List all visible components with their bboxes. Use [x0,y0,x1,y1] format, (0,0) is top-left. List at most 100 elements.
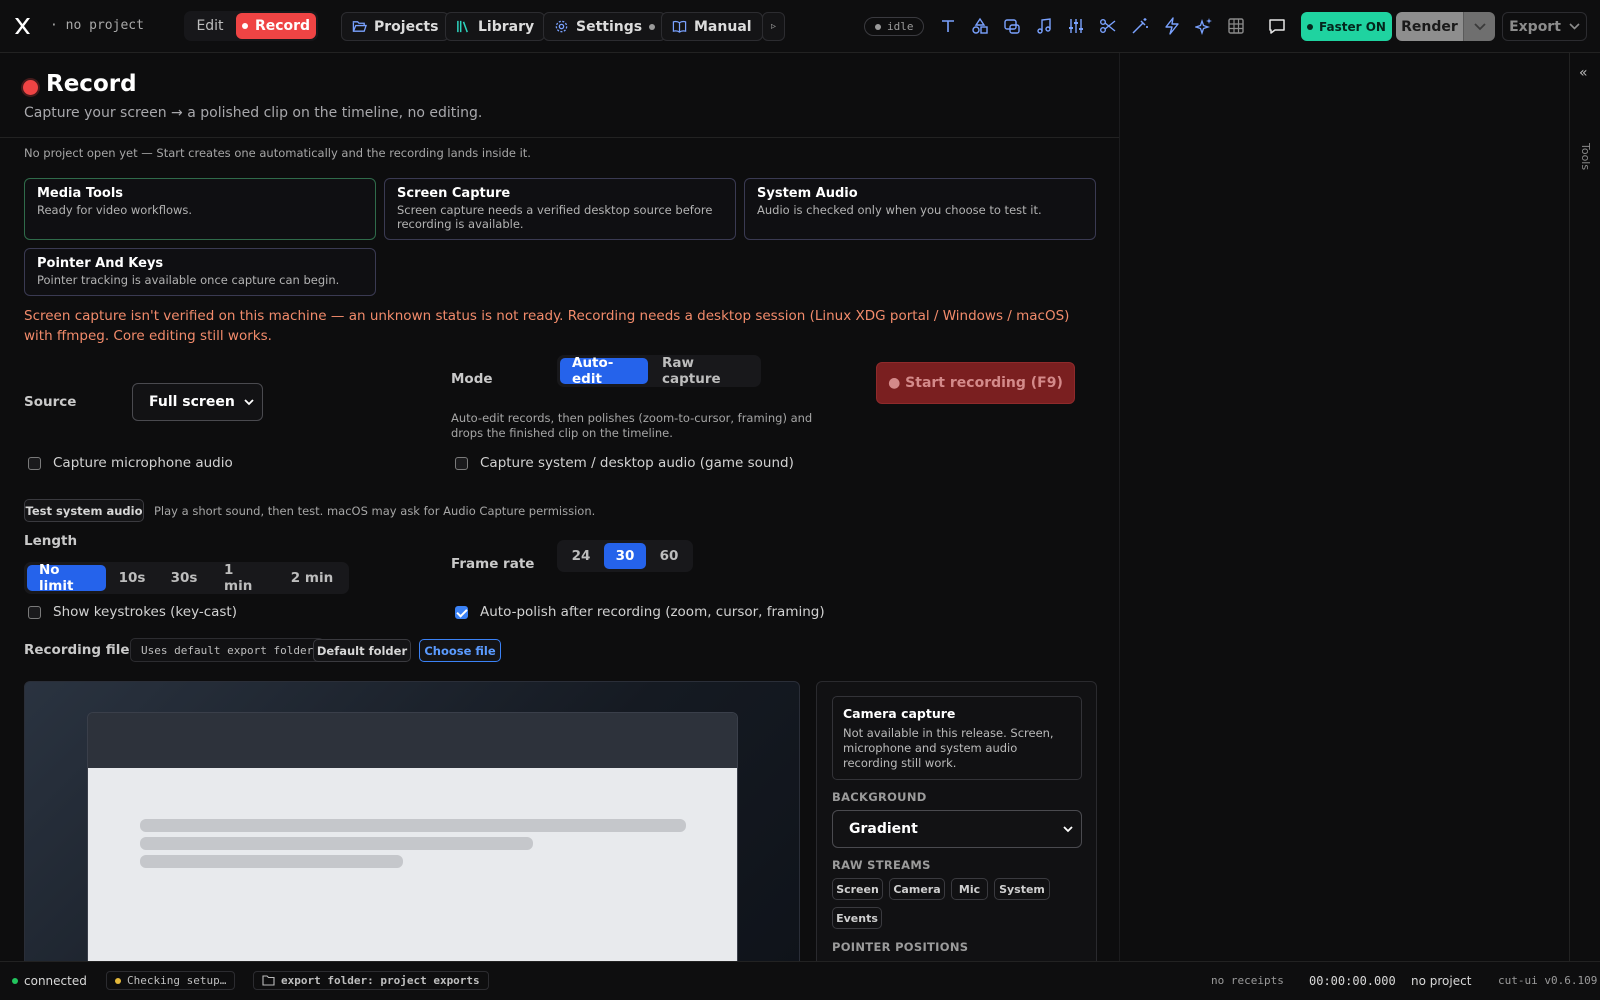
render-button[interactable]: Render [1396,12,1463,41]
keystrokes-label: Show keystrokes (key-cast) [53,604,237,620]
export-button[interactable]: Export [1502,12,1587,41]
background-label: BACKGROUND [832,790,927,804]
folder-icon [262,975,275,986]
render-options-chevron-icon[interactable] [1463,12,1495,41]
fps-segmented: 24 30 60 [557,540,693,572]
card-desc: Screen capture needs a verified desktop … [397,203,713,231]
library-label: Library [478,18,535,35]
start-recording-button[interactable]: ● Start recording (F9) [876,362,1075,404]
more-button[interactable]: ▹ [762,12,786,41]
status-project: no project [1411,974,1472,988]
system-audio-checkbox[interactable]: Capture system / desktop audio (game sou… [455,455,794,471]
book-icon [672,20,687,33]
card-desc: Pointer tracking is available once captu… [37,273,340,287]
divider [0,137,1119,138]
project-name: · no project [50,18,144,33]
fps-60[interactable]: 60 [648,543,690,569]
source-select[interactable]: Full screen [132,383,263,421]
state-dot [875,23,881,30]
recording-file-label: Recording file [24,642,130,658]
edit-mode-button[interactable]: Edit [186,13,234,39]
pointer-positions-label: POINTER POSITIONS [832,940,969,954]
library-icon [457,20,468,33]
preview-line [140,855,403,868]
capture-options-panel: Camera capture Not available in this rel… [816,681,1097,961]
export-folder-pill[interactable]: export folder: project exports [253,971,489,990]
faster-dot [1307,23,1314,30]
autopolish-box[interactable] [455,605,468,619]
stream-chip-screen[interactable]: Screen [832,878,883,900]
stream-chip-events[interactable]: Events [832,907,882,929]
test-system-audio-button[interactable]: Test system audio [24,499,144,522]
length-1min[interactable]: 1 min [212,562,276,594]
chevron-down-icon [244,398,254,405]
stream-chip-system[interactable]: System [994,878,1050,900]
choose-file-button[interactable]: Choose file [419,639,501,662]
app-version: cut-ui v0.6.109 [1498,974,1598,987]
stream-chip-camera[interactable]: Camera [889,878,945,900]
keystrokes-checkbox[interactable]: Show keystrokes (key-cast) [28,604,237,620]
autopolish-checkbox[interactable]: Auto-polish after recording (zoom, curso… [455,604,825,620]
card-desc: Audio is checked only when you choose to… [757,203,1042,217]
chevron-down-icon [1063,825,1073,832]
top-bar: · no project Edit Record Projects Librar… [0,0,1600,53]
projects-button[interactable]: Projects [341,12,450,41]
magic-wand-icon[interactable] [1131,17,1149,35]
background-select[interactable]: Gradient [832,810,1082,848]
state-label: idle [887,20,914,33]
mic-label: Capture microphone audio [53,455,233,471]
record-dot-icon [241,23,248,29]
stream-chip-mic[interactable]: Mic [951,878,988,900]
faster-toggle[interactable]: Faster ON [1301,12,1392,41]
comment-icon[interactable] [1268,17,1286,35]
music-icon[interactable] [1035,17,1053,35]
tools-rail-label[interactable]: Tools [1579,143,1592,170]
card-system-audio: System Audio Audio is checked only when … [744,178,1096,240]
card-media-tools: Media Tools Ready for video workflows. [24,178,376,240]
shapes-icon[interactable] [971,17,989,35]
mode-label: Mode [451,371,493,387]
status-bar: connected Checking setup… export folder:… [0,961,1600,1000]
connection-status: connected [12,974,87,988]
fps-24[interactable]: 24 [560,543,602,569]
system-audio-box[interactable] [455,456,468,470]
length-no-limit[interactable]: No limit [27,562,106,594]
preview-body [88,768,737,961]
expand-chevron-icon[interactable]: « [1579,65,1588,81]
scissors-icon[interactable] [1099,17,1117,35]
sliders-icon[interactable] [1067,17,1085,35]
camera-capture-card: Camera capture Not available in this rel… [832,696,1082,780]
keystrokes-box[interactable] [28,605,41,619]
record-mode-button[interactable]: Record [236,13,316,39]
setup-status: Checking setup… [106,971,236,990]
length-segmented: No limit 10s 30s 1 min 2 min [24,562,349,594]
record-mode-label: Record [254,18,311,34]
manual-button[interactable]: Manual [661,12,763,41]
tools-rail: « Tools [1569,53,1600,961]
setup-dot [115,977,121,984]
settings-label: Settings [576,18,643,35]
sparkles-icon[interactable] [1193,17,1213,36]
settings-button[interactable]: Settings [543,12,667,41]
mode-hint: Auto-edit records, then polishes (zoom-t… [451,411,813,440]
mic-box[interactable] [28,456,41,470]
capture-warning: Screen capture isn't verified on this ma… [24,308,1070,344]
faster-label: Faster ON [1319,19,1386,34]
length-30s[interactable]: 30s [158,565,210,591]
library-button[interactable]: Library [445,12,546,41]
app-logo-icon[interactable] [14,17,30,35]
text-icon[interactable] [939,17,957,35]
length-2min[interactable]: 2 min [278,565,346,591]
default-folder-button[interactable]: Default folder [313,639,411,662]
chevron-down-icon [1569,23,1580,30]
state-pill: idle [864,17,924,36]
grid-icon[interactable] [1227,17,1245,35]
length-10s[interactable]: 10s [108,565,156,591]
mode-raw-capture[interactable]: Raw capture [650,355,758,387]
mode-auto-edit[interactable]: Auto-edit [560,355,648,387]
fps-30[interactable]: 30 [604,543,646,569]
lightning-icon[interactable] [1163,17,1181,35]
mic-checkbox[interactable]: Capture microphone audio [28,455,233,471]
overlay-icon[interactable] [1003,17,1021,35]
render-group: Render [1396,12,1495,41]
